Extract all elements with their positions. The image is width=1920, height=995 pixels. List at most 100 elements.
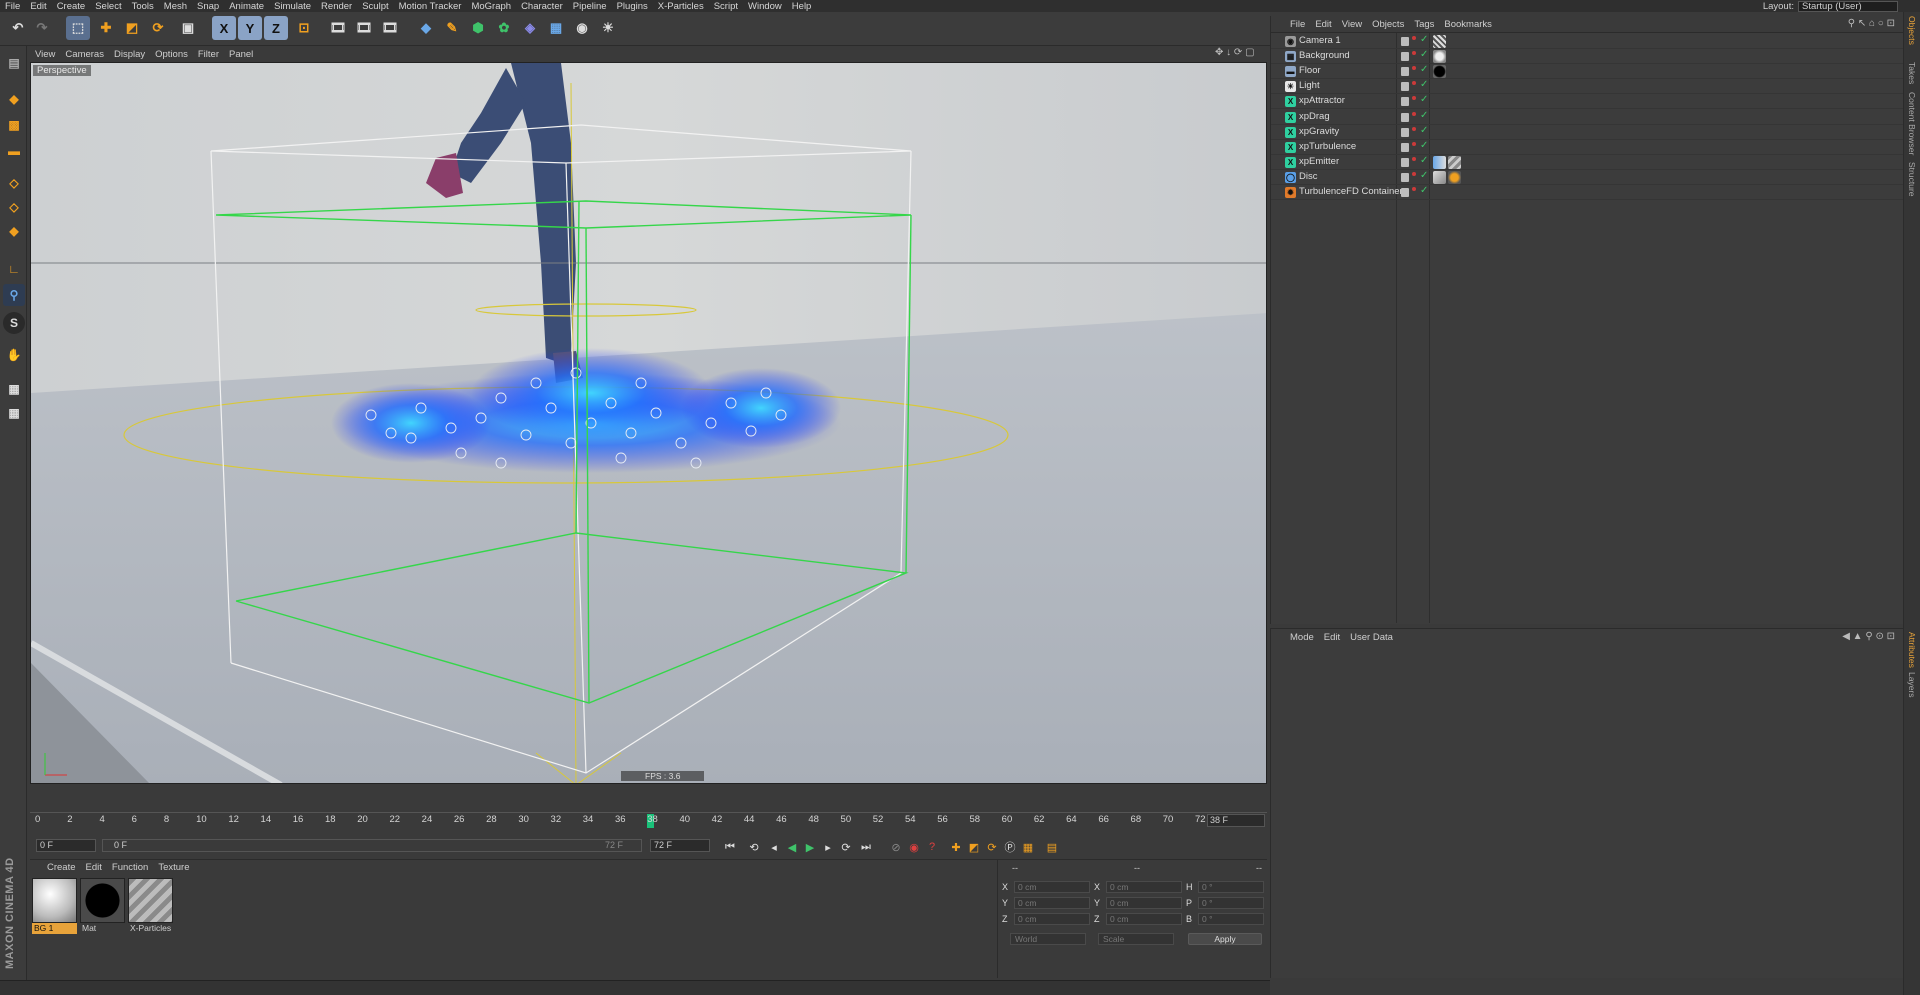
object-row-background[interactable]: ▦ Background ✓	[1271, 49, 1904, 65]
right-tab-structure[interactable]: Structure	[1907, 162, 1917, 197]
layer-visibility-icon[interactable]	[1401, 188, 1409, 197]
previous-key-icon[interactable]: ⟲	[746, 839, 762, 855]
enabled-check-icon[interactable]: ✓	[1420, 110, 1428, 121]
layer-visibility-icon[interactable]	[1401, 172, 1409, 182]
enabled-check-icon[interactable]: ✓	[1420, 64, 1428, 75]
snap-icon[interactable]: S	[3, 312, 25, 334]
scale-icon[interactable]: ◩	[120, 16, 144, 40]
material-menu-create[interactable]: Create	[42, 862, 81, 873]
right-tab-content-browser[interactable]: Content Browser	[1907, 92, 1917, 155]
menu-sculpt[interactable]: Sculpt	[357, 1, 393, 12]
floor-icon[interactable]: ▦	[544, 16, 568, 40]
key-scale-icon[interactable]: ◩	[966, 839, 982, 855]
menu-edit[interactable]: Edit	[25, 1, 51, 12]
record-keys-icon[interactable]: ⊘	[888, 839, 904, 855]
apply-button[interactable]: Apply	[1188, 933, 1262, 945]
viewport-menu-panel[interactable]: Panel	[224, 49, 258, 60]
right-tab-objects[interactable]: Objects	[1907, 16, 1917, 45]
editor-render-dot-icon[interactable]	[1412, 96, 1416, 101]
enabled-check-icon[interactable]: ✓	[1420, 49, 1428, 60]
editor-render-dot-icon[interactable]	[1412, 66, 1416, 71]
object-row-light[interactable]: ☀ Light ✓	[1271, 79, 1904, 95]
menu-select[interactable]: Select	[90, 1, 126, 12]
end-frame-field[interactable]: 72 F	[650, 839, 710, 852]
object-row-disc[interactable]: ◯ Disc ✓	[1271, 170, 1904, 185]
key-position-icon[interactable]: ✚	[948, 839, 964, 855]
disc-tag-icon[interactable]	[1433, 170, 1446, 184]
protection-tag-icon[interactable]	[1433, 35, 1446, 48]
editor-render-dot-icon[interactable]	[1412, 126, 1416, 131]
xparticles-material-tag-icon[interactable]	[1448, 155, 1461, 169]
object-menu-file[interactable]: File	[1285, 19, 1310, 30]
menu-script[interactable]: Script	[709, 1, 743, 12]
menu-plugins[interactable]: Plugins	[612, 1, 653, 12]
attribute-menu-user-data[interactable]: User Data	[1345, 632, 1398, 643]
object-menu-view[interactable]: View	[1337, 19, 1367, 30]
render-picture-viewer-icon[interactable]: 🎞	[352, 16, 376, 40]
menu-character[interactable]: Character	[516, 1, 568, 12]
object-row-xpattractor[interactable]: XxpAttractor ✓	[1271, 94, 1904, 110]
timeline-end-field[interactable]: 38 F	[1207, 814, 1265, 827]
right-tab-takes[interactable]: Takes	[1907, 62, 1917, 84]
tweak-mode-icon[interactable]: ⚲	[3, 284, 25, 306]
layer-visibility-icon[interactable]	[1401, 67, 1409, 77]
enabled-check-icon[interactable]: ✓	[1420, 125, 1428, 136]
solo-icon[interactable]: ▦	[3, 402, 25, 424]
size-y-field[interactable]: 0 cm	[1106, 897, 1182, 909]
key-rotation-icon[interactable]: ⟳	[984, 839, 1000, 855]
emitter-tag-icon[interactable]	[1433, 155, 1446, 169]
menu-animate[interactable]: Animate	[224, 1, 269, 12]
material-bg-1[interactable]: BG 1	[32, 878, 77, 936]
start-frame-field[interactable]: 0 F	[36, 839, 96, 852]
menu-create[interactable]: Create	[52, 1, 91, 12]
size-mode-dropdown[interactable]: Scale	[1098, 933, 1174, 945]
object-row-xpturbulence[interactable]: XxpTurbulence ✓	[1271, 140, 1904, 155]
axis-z-button[interactable]: Z	[264, 16, 288, 40]
rotation-p-field[interactable]: 0 °	[1198, 897, 1264, 909]
editor-render-dot-icon[interactable]	[1412, 36, 1416, 40]
size-z-field[interactable]: 0 cm	[1106, 913, 1182, 925]
go-to-end-icon[interactable]: ⏭	[858, 839, 874, 855]
menu-pipeline[interactable]: Pipeline	[568, 1, 612, 12]
timeline-window-icon[interactable]: ▤	[1044, 839, 1060, 855]
preview-range-slider[interactable]: 0 F 72 F	[102, 839, 642, 852]
coordinate-mode-dropdown[interactable]: World	[1010, 933, 1086, 945]
material-mat[interactable]: Mat	[80, 878, 125, 936]
cloner-icon[interactable]: ✿	[492, 16, 516, 40]
subdivision-icon[interactable]: ⬢	[466, 16, 490, 40]
lock-workplane-icon[interactable]: ✋	[3, 344, 25, 366]
recent-tools-icon[interactable]: ▣	[176, 16, 200, 40]
enabled-check-icon[interactable]: ✓	[1420, 140, 1428, 151]
menu-snap[interactable]: Snap	[192, 1, 224, 12]
camera-icon[interactable]: ◉	[570, 16, 594, 40]
background-material-tag-icon[interactable]	[1433, 50, 1446, 64]
viewport-menu-display[interactable]: Display	[109, 49, 150, 60]
make-editable-icon[interactable]: ▤	[3, 52, 25, 74]
object-menu-tags[interactable]: Tags	[1409, 19, 1439, 30]
attribute-menu-mode[interactable]: Mode	[1285, 632, 1319, 643]
model-mode-icon[interactable]: ◆	[3, 88, 25, 110]
rotate-icon[interactable]: ⟳	[146, 16, 170, 40]
layer-visibility-icon[interactable]	[1401, 82, 1409, 92]
axis-mode-icon[interactable]: ∟	[3, 258, 25, 280]
layout-selector[interactable]: Layout: Startup (User)	[1763, 0, 1898, 12]
editor-render-dot-icon[interactable]	[1412, 141, 1416, 146]
render-settings-icon[interactable]: 🎞	[378, 16, 402, 40]
right-tab-attributes[interactable]: Attributes	[1907, 632, 1917, 668]
menu-motion-tracker[interactable]: Motion Tracker	[394, 1, 467, 12]
menu-mesh[interactable]: Mesh	[159, 1, 192, 12]
menu-window[interactable]: Window	[743, 1, 787, 12]
rotation-b-field[interactable]: 0 °	[1198, 913, 1264, 925]
deformer-icon[interactable]: ◈	[518, 16, 542, 40]
play-forwards-icon[interactable]: ▶	[802, 839, 818, 855]
undo-icon[interactable]: ↶	[6, 16, 30, 40]
enabled-check-icon[interactable]: ✓	[1420, 185, 1428, 196]
size-x-field[interactable]: 0 cm	[1106, 881, 1182, 893]
layer-visibility-icon[interactable]	[1401, 112, 1409, 122]
live-selection-icon[interactable]: ⬚	[66, 16, 90, 40]
menu-simulate[interactable]: Simulate	[269, 1, 316, 12]
object-row-camera-1[interactable]: ◉ Camera 1 ✓	[1271, 34, 1904, 49]
next-key-icon[interactable]: ⟳	[838, 839, 854, 855]
key-parameter-icon[interactable]: Ⓟ	[1002, 839, 1018, 855]
key-pla-icon[interactable]: ▦	[1020, 839, 1036, 855]
